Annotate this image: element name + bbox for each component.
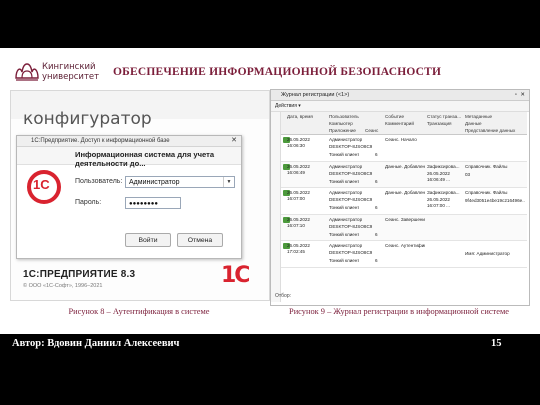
row-session: 6 bbox=[375, 152, 378, 157]
page-number: 15 bbox=[491, 338, 502, 349]
row-event: Данные. Добавлен... bbox=[385, 190, 425, 195]
row-transaction: 26.05.2022 16:06:49 ... bbox=[427, 170, 450, 182]
user-field[interactable]: Администратор ▼ bbox=[125, 176, 235, 188]
password-label: Пароль: bbox=[75, 199, 102, 206]
window-controls-icon[interactable]: ▫ ✕ bbox=[515, 90, 526, 100]
logo-line2: университет bbox=[42, 72, 100, 82]
col-event[interactable]: Событие bbox=[385, 114, 404, 120]
row-time: 16:06:30 bbox=[287, 143, 305, 148]
crown-icon bbox=[15, 63, 39, 81]
auth-screenshot: конфигуратор 1С:Предприятие. Доступ к ин… bbox=[10, 90, 270, 301]
table-row[interactable]: 26.05.2022 16:06:30 Администратор DESKTO… bbox=[281, 135, 527, 162]
table-header: Дата, время Пользователь Компьютер Прило… bbox=[281, 112, 527, 135]
user-label: Пользователь: bbox=[75, 178, 123, 185]
row-user: Администратор bbox=[329, 190, 363, 195]
row-markers bbox=[271, 112, 281, 302]
row-event: Сеанс. Завершение bbox=[385, 216, 425, 222]
slide: Кингинский университет ОБЕСПЕЧЕНИЕ ИНФОР… bbox=[0, 48, 540, 334]
row-user: Администратор bbox=[329, 163, 363, 169]
table-row[interactable]: 26.05.2022 16:07:10 Администратор DESKTO… bbox=[281, 214, 527, 241]
1c-logo-icon: 1С bbox=[27, 170, 61, 204]
col-user[interactable]: Пользователь bbox=[329, 114, 359, 120]
row-app: Тонкий клиент bbox=[329, 205, 360, 210]
row-user: Администратор bbox=[329, 137, 363, 142]
col-status[interactable]: Статус транза... bbox=[427, 114, 461, 120]
row-app: Тонкий клиент bbox=[329, 152, 360, 157]
1c-mark-text: 1С bbox=[221, 263, 250, 288]
row-event: Данные. Добавлен... bbox=[385, 163, 425, 169]
banner-text: конфигуратор bbox=[23, 109, 152, 129]
row-computer: DESKTOP-8JSO8C9 bbox=[329, 144, 373, 149]
row-time: 17:02:45 bbox=[287, 249, 305, 254]
row-user: Администратор bbox=[329, 243, 363, 248]
row-computer: DESKTOP-8JSO8C9 bbox=[329, 197, 373, 202]
row-metadata: Справочник. Файлы bbox=[465, 163, 508, 169]
row-app: Тонкий клиент bbox=[329, 231, 360, 237]
row-status: Зафиксирова... bbox=[427, 190, 460, 195]
table-row[interactable]: 26.05.2022 17:02:45 Администратор DESKTO… bbox=[281, 241, 527, 268]
col-session[interactable]: Сеанс bbox=[365, 128, 378, 134]
dialog-heading-bar: Информационная система для учета деятель… bbox=[17, 147, 241, 168]
log-window-title: Журнал регистрации (<1>) bbox=[281, 92, 350, 98]
row-metadata: Справочник. Файлы bbox=[465, 190, 508, 195]
log-table: Дата, время Пользователь Компьютер Прило… bbox=[281, 112, 527, 268]
col-date[interactable]: Дата, время bbox=[287, 114, 313, 120]
row-metadata: Имя: Администратор bbox=[465, 251, 510, 256]
dialog-titlebar: 1С:Предприятие. Доступ к информационной … bbox=[17, 136, 241, 147]
row-computer: DESKTOP-8JSO8C9 bbox=[329, 223, 373, 229]
col-transaction[interactable]: Транзакция bbox=[427, 121, 452, 127]
slide-title: ОБЕСПЕЧЕНИЕ ИНФОРМАЦИОННОЙ БЕЗОПАСНОСТИ bbox=[113, 66, 442, 78]
left-caption: Рисунок 8 – Аутентификация в системе bbox=[68, 307, 210, 316]
row-user: Администратор bbox=[329, 216, 363, 222]
row-event: Сеанс. Аутентифика... bbox=[385, 243, 425, 248]
row-time: 16:06:49 bbox=[287, 169, 305, 175]
row-transaction: 26.05.2022 16:07:00 ... bbox=[427, 197, 450, 208]
log-toolbar[interactable]: Действия ▾ bbox=[271, 101, 529, 112]
product-name: 1С:ПРЕДПРИЯТИЕ 8.3 bbox=[23, 269, 136, 280]
row-app: Тонкий клиент bbox=[329, 178, 360, 184]
chevron-down-icon[interactable]: ▼ bbox=[223, 177, 234, 187]
author: Автор: Вдовин Даниил Алексеевич bbox=[12, 338, 180, 349]
row-session: 6 bbox=[375, 178, 378, 184]
right-caption: Рисунок 9 – Журнал регистрации в информа… bbox=[289, 307, 509, 316]
cancel-button[interactable]: Отмена bbox=[177, 233, 223, 247]
col-data[interactable]: Данные bbox=[465, 121, 482, 127]
row-session: 6 bbox=[375, 205, 378, 210]
row-event: Сеанс. Начало bbox=[385, 137, 417, 142]
col-metadata[interactable]: Метаданные bbox=[465, 114, 492, 120]
actions-menu[interactable]: Действия ▾ bbox=[275, 103, 301, 109]
filter-label[interactable]: Отбор: bbox=[275, 293, 291, 299]
col-repr[interactable]: Представление данных bbox=[465, 128, 515, 134]
copyright: © ООО «1С-Софт», 1996–2021 bbox=[23, 283, 103, 289]
1c-mark-icon: 1С bbox=[215, 263, 259, 293]
col-app[interactable]: Приложение bbox=[329, 128, 356, 134]
row-data: 03 bbox=[465, 171, 471, 177]
row-session: 6 bbox=[375, 231, 378, 237]
log-window-titlebar: Журнал регистрации (<1>) ▫ ✕ bbox=[271, 90, 529, 101]
row-time: 16:07:00 bbox=[287, 196, 305, 201]
row-status: Зафиксирова... bbox=[427, 163, 460, 169]
log-screenshot: Журнал регистрации (<1>) ▫ ✕ Действия ▾ … bbox=[270, 89, 530, 306]
logo-line1: Кингинский bbox=[42, 62, 96, 72]
dialog-heading: Информационная система для учета деятель… bbox=[75, 150, 215, 168]
user-value: Администратор bbox=[129, 179, 180, 186]
row-computer: DESKTOP-8JSO8C9 bbox=[329, 250, 373, 255]
login-button[interactable]: Войти bbox=[125, 233, 171, 247]
1c-logo-text: 1С bbox=[33, 177, 50, 192]
university-logo: Кингинский университет bbox=[14, 60, 124, 86]
table-row[interactable]: 26.05.2022 16:06:49 Администратор DESKTO… bbox=[281, 161, 527, 188]
row-data: 9f4ed3051e4be19c216496e... bbox=[465, 198, 525, 203]
row-computer: DESKTOP-8JSO8C9 bbox=[329, 170, 373, 176]
table-row[interactable]: 26.05.2022 16:07:00 Администратор DESKTO… bbox=[281, 188, 527, 215]
row-session: 6 bbox=[375, 258, 378, 263]
col-comment[interactable]: Комментарий bbox=[385, 121, 414, 127]
close-icon[interactable]: ✕ bbox=[231, 136, 237, 146]
col-computer[interactable]: Компьютер bbox=[329, 121, 353, 127]
row-time: 16:07:10 bbox=[287, 222, 305, 228]
password-field[interactable]: ●●●●●●●● bbox=[125, 197, 181, 209]
dialog-title: 1С:Предприятие. Доступ к информационной … bbox=[31, 138, 170, 144]
password-value: ●●●●●●●● bbox=[129, 201, 158, 207]
row-app: Тонкий клиент bbox=[329, 258, 360, 263]
login-dialog: 1С:Предприятие. Доступ к информационной … bbox=[16, 135, 242, 259]
